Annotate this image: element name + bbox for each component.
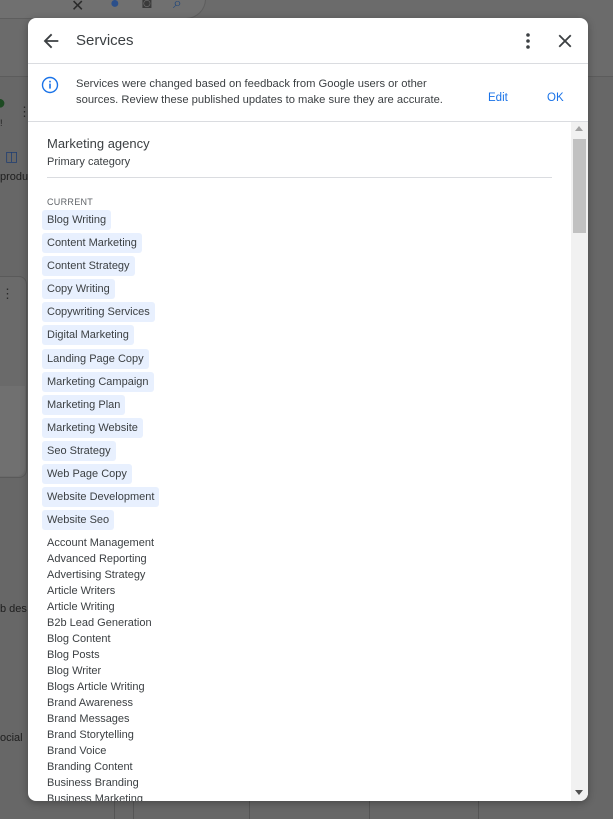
service-item[interactable]: Brand Voice xyxy=(47,743,154,759)
shopping-bag-icon: ◫ xyxy=(5,148,19,164)
service-item[interactable]: Branding Content xyxy=(47,759,154,775)
update-notice-banner: Services were changed based on feedback … xyxy=(28,64,588,122)
service-item[interactable]: Blogs Article Writing xyxy=(47,679,154,695)
current-service-chip[interactable]: Website Seo xyxy=(42,510,115,531)
dialog-title: Services xyxy=(76,32,134,49)
background-card-footer xyxy=(0,386,25,476)
current-service-chip[interactable]: Marketing Campaign xyxy=(42,371,154,392)
category-subtitle: Primary category xyxy=(47,156,131,168)
current-service-chip[interactable]: Landing Page Copy xyxy=(42,348,149,369)
close-icon xyxy=(558,34,572,48)
back-button[interactable] xyxy=(40,30,62,52)
services-dialog: Services Services were changed based on … xyxy=(28,18,588,801)
current-service-chip[interactable]: Content Marketing xyxy=(42,233,142,254)
banner-message: Services were changed based on feedback … xyxy=(76,78,443,106)
service-item[interactable]: Account Management xyxy=(47,535,154,551)
info-icon xyxy=(41,76,59,94)
background-divider xyxy=(114,800,115,819)
background-text: produ xyxy=(0,171,29,183)
current-service-chip[interactable]: Marketing Website xyxy=(42,417,143,438)
background-divider xyxy=(478,800,479,819)
current-service-chip[interactable]: Copy Writing xyxy=(42,279,115,300)
scrollbar-thumb[interactable] xyxy=(573,139,586,233)
background-divider xyxy=(133,800,134,819)
current-service-chip[interactable]: Seo Strategy xyxy=(42,440,116,461)
service-item[interactable]: Advanced Reporting xyxy=(47,551,154,567)
current-service-chip[interactable]: Marketing Plan xyxy=(42,394,126,415)
background-text: ! xyxy=(0,118,3,128)
background-text: ocial xyxy=(0,732,23,744)
current-service-chip[interactable]: Digital Marketing xyxy=(42,325,134,346)
ok-button[interactable]: OK xyxy=(547,92,564,104)
lens-icon: ◙ xyxy=(142,0,152,12)
service-item[interactable]: B2b Lead Generation xyxy=(47,615,154,631)
other-services-list: Account Management Advanced Reporting Ad… xyxy=(47,535,154,801)
service-item[interactable]: Article Writing xyxy=(47,599,154,615)
arrow-back-icon xyxy=(43,33,59,49)
scroll-up-arrow-icon[interactable] xyxy=(575,126,583,131)
service-item[interactable]: Article Writers xyxy=(47,583,154,599)
edit-button[interactable]: Edit xyxy=(488,92,508,104)
more-vert-icon xyxy=(526,33,530,49)
dialog-header: Services xyxy=(28,18,588,64)
service-item[interactable]: Brand Messages xyxy=(47,711,154,727)
service-item[interactable]: Business Branding xyxy=(47,775,154,791)
service-item[interactable]: Blog Content xyxy=(47,631,154,647)
background-divider xyxy=(369,800,370,819)
current-section-label: CURRENT xyxy=(47,197,94,207)
current-service-chip[interactable]: Web Page Copy xyxy=(42,464,132,485)
current-service-chip[interactable]: Content Strategy xyxy=(42,256,135,277)
background-divider xyxy=(249,800,250,819)
scroll-down-arrow-icon[interactable] xyxy=(575,790,583,795)
service-item[interactable]: Advertising Strategy xyxy=(47,567,154,583)
service-item[interactable]: Blog Writer xyxy=(47,663,154,679)
close-button[interactable] xyxy=(554,30,576,52)
service-item[interactable]: Business Marketing xyxy=(47,791,154,801)
vertical-scrollbar[interactable] xyxy=(571,122,588,801)
service-item[interactable]: Brand Awareness xyxy=(47,695,154,711)
service-item[interactable]: Brand Storytelling xyxy=(47,727,154,743)
background-text: b des xyxy=(0,603,27,615)
category-name: Marketing agency xyxy=(47,136,150,151)
current-service-chip[interactable]: Blog Writing xyxy=(42,210,112,230)
search-icon: ⌕ xyxy=(173,0,182,12)
current-services-list: Blog Writing Content Marketing Content S… xyxy=(42,210,160,533)
services-scroll-area[interactable]: Marketing agency Primary category CURREN… xyxy=(28,122,571,801)
clear-icon: ✕ xyxy=(71,0,85,15)
avatar: ● xyxy=(0,92,7,114)
more-vert-icon: ⋮ xyxy=(1,286,14,301)
divider xyxy=(47,177,552,178)
microphone-icon: ● xyxy=(110,0,120,12)
current-service-chip[interactable]: Website Development xyxy=(42,487,160,508)
current-service-chip[interactable]: Copywriting Services xyxy=(42,302,155,323)
more-options-button[interactable] xyxy=(518,30,538,52)
service-item[interactable]: Blog Posts xyxy=(47,647,154,663)
